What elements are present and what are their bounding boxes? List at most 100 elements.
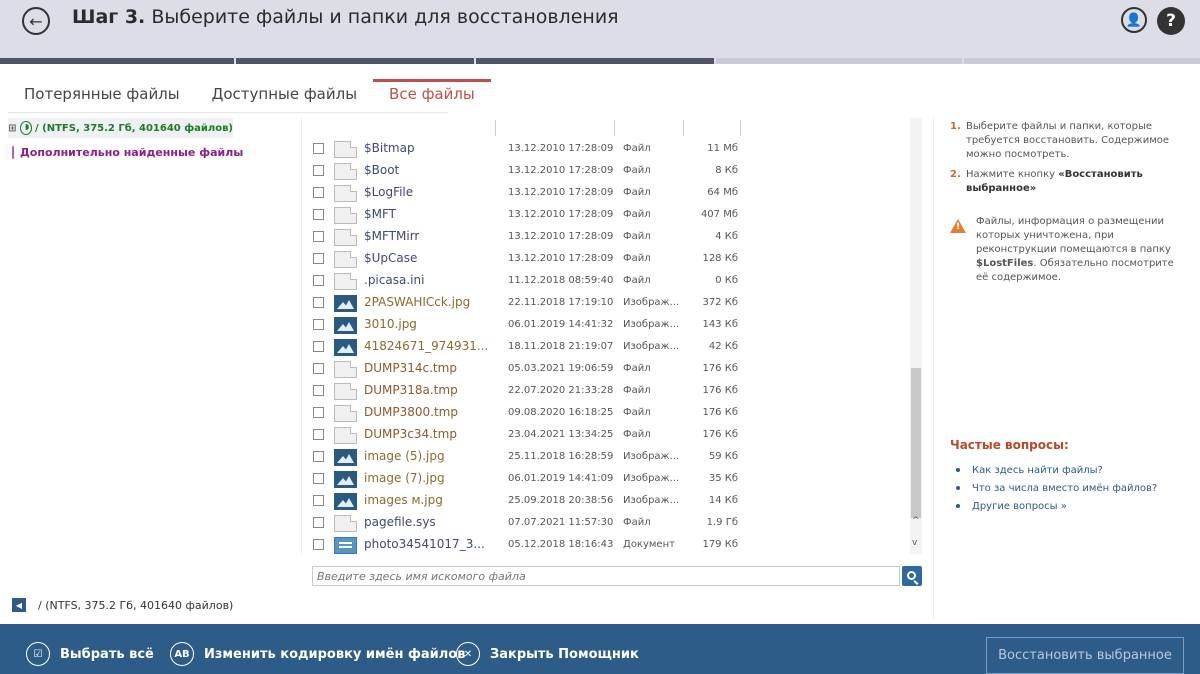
row-checkbox[interactable] xyxy=(313,187,324,198)
file-date: 25.11.2018 16:28:59 xyxy=(508,451,614,462)
tab-available-files[interactable]: Доступные файлы xyxy=(196,79,373,109)
row-checkbox[interactable] xyxy=(313,341,324,352)
tree-root-node[interactable]: ⊞ / (NTFS, 375.2 Гб, 401640 файлов) xyxy=(8,118,233,138)
close-wizard-button[interactable]: ✕ Закрыть Помощник xyxy=(456,642,639,666)
page-title: Шаг 3. Выберите файлы и папки для восста… xyxy=(72,6,619,28)
row-checkbox[interactable] xyxy=(313,253,324,264)
file-date: 13.12.2010 17:28:09 xyxy=(508,187,614,198)
row-checkbox[interactable] xyxy=(313,429,324,440)
row-checkbox[interactable] xyxy=(313,319,324,330)
help-button[interactable]: ? xyxy=(1157,7,1185,35)
change-encoding-button[interactable]: AB Изменить кодировку имён файлов xyxy=(170,642,465,666)
row-checkbox[interactable] xyxy=(313,451,324,462)
table-row[interactable]: image (7).jpg 06.01.2019 14:41:09 Изображ.… xyxy=(302,468,910,490)
file-date: 05.03.2021 19:06:59 xyxy=(508,363,614,374)
file-type: Файл xyxy=(623,407,651,418)
warning-text: Файлы, информация о размещении которых у… xyxy=(976,215,1184,285)
table-row[interactable]: DUMP318a.tmp 22.07.2020 21:33:28 Файл 176 К… xyxy=(302,380,910,402)
column-resize-handle[interactable] xyxy=(495,120,496,136)
table-row[interactable]: DUMP3c34.tmp 23.04.2021 13:34:25 Файл 176 К… xyxy=(302,424,910,446)
file-date: 13.12.2010 17:28:09 xyxy=(508,209,614,220)
tab-all-files[interactable]: Все файлы xyxy=(373,79,491,109)
table-row[interactable]: images м.jpg 25.09.2018 20:38:56 Изображ..… xyxy=(302,490,910,512)
step-text-pre: Нажмите кнопку xyxy=(966,169,1059,180)
file-size: 143 Кб xyxy=(702,319,738,330)
file-date: 05.12.2018 18:16:43 xyxy=(508,539,614,550)
file-date: 25.09.2018 20:38:56 xyxy=(508,495,614,506)
tree-extra-files-node[interactable]: Дополнительно найденные файлы xyxy=(8,142,243,162)
faq-link[interactable]: Что за числа вместо имён файлов? xyxy=(956,479,1186,497)
scroll-down-icon[interactable]: v xyxy=(912,538,917,548)
tab-lost-files[interactable]: Потерянные файлы xyxy=(8,79,196,109)
table-row[interactable]: pagefile.sys 07.07.2021 11:57:30 Файл 1.9 Г… xyxy=(302,512,910,534)
table-row[interactable]: $MFTMirr 13.12.2010 17:28:09 Файл 4 Кб xyxy=(302,226,910,248)
table-row[interactable]: 3010.jpg 06.01.2019 14:41:32 Изображ... 143… xyxy=(302,314,910,336)
table-row[interactable]: $LogFile 13.12.2010 17:28:09 Файл 64 Мб xyxy=(302,182,910,204)
path-back-button[interactable]: ◀ xyxy=(12,598,26,612)
row-checkbox[interactable] xyxy=(313,539,324,550)
row-checkbox[interactable] xyxy=(313,517,324,528)
file-icon xyxy=(334,163,357,180)
file-size: 8 Кб xyxy=(715,165,738,176)
file-size: 176 Кб xyxy=(702,429,738,440)
column-resize-handle[interactable] xyxy=(740,120,741,136)
file-name: photo34541017_3... xyxy=(364,537,485,551)
file-date: 22.07.2020 21:33:28 xyxy=(508,385,614,396)
row-checkbox[interactable] xyxy=(313,363,324,374)
table-row[interactable]: 2PASWAHICck.jpg 22.11.2018 17:19:10 Изобра… xyxy=(302,292,910,314)
row-checkbox[interactable] xyxy=(313,385,324,396)
progress-tick xyxy=(962,58,964,64)
search-button[interactable] xyxy=(902,566,922,586)
progress-tick xyxy=(714,58,716,64)
warning-icon xyxy=(950,219,966,233)
scroll-thumb[interactable] xyxy=(911,368,921,518)
select-all-button[interactable]: ☑ Выбрать всё xyxy=(26,642,154,666)
table-row[interactable]: $UpCase 13.12.2010 17:28:09 Файл 128 Кб xyxy=(302,248,910,270)
back-button[interactable]: ← xyxy=(22,7,50,35)
search-input[interactable] xyxy=(312,566,900,586)
table-row[interactable]: $MFT 13.12.2010 17:28:09 Файл 407 Мб xyxy=(302,204,910,226)
row-checkbox[interactable] xyxy=(313,143,324,154)
table-row[interactable]: photo34541017_3... 05.12.2018 18:16:43 Док… xyxy=(302,534,910,556)
row-checkbox[interactable] xyxy=(313,231,324,242)
faq-link-label: Как здесь найти файлы? xyxy=(972,464,1103,476)
table-row[interactable]: DUMP3800.tmp 09.08.2020 16:18:25 Файл 176 К… xyxy=(302,402,910,424)
table-row[interactable]: 41824671_974931... 18.11.2018 21:19:07 Изо… xyxy=(302,336,910,358)
file-size: 11 Мб xyxy=(707,143,738,154)
current-path: / (NTFS, 375.2 Гб, 401640 файлов) xyxy=(38,598,234,612)
table-row[interactable]: $Boot 13.12.2010 17:28:09 Файл 8 Кб xyxy=(302,160,910,182)
table-row[interactable]: .picasa.ini 11.12.2018 08:59:40 Файл 0 Кб xyxy=(302,270,910,292)
file-type: Изображ... xyxy=(623,341,680,352)
row-checkbox[interactable] xyxy=(313,209,324,220)
row-checkbox[interactable] xyxy=(313,473,324,484)
file-icon xyxy=(334,141,357,158)
file-size: 4 Кб xyxy=(715,231,738,242)
faq-link[interactable]: Другие вопросы » xyxy=(956,497,1186,515)
faq-link[interactable]: Как здесь найти файлы? xyxy=(956,461,1186,479)
expand-icon[interactable]: ⊞ xyxy=(8,123,17,134)
help-step-1: 1. Выберите файлы и папки, которые требу… xyxy=(950,120,1175,162)
vertical-scrollbar[interactable]: ^ v xyxy=(910,118,922,554)
back-arrow-icon: ← xyxy=(29,11,43,31)
file-type: Документ xyxy=(623,539,675,550)
close-wizard-label: Закрыть Помощник xyxy=(490,646,639,662)
row-checkbox[interactable] xyxy=(313,275,324,286)
row-checkbox[interactable] xyxy=(313,407,324,418)
table-row[interactable]: image (5).jpg 25.11.2018 16:28:59 Изображ.… xyxy=(302,446,910,468)
file-name: image (7).jpg xyxy=(364,471,445,485)
table-row[interactable]: DUMP314c.tmp 05.03.2021 19:06:59 Файл 176 К… xyxy=(302,358,910,380)
column-resize-handle[interactable] xyxy=(683,120,684,136)
user-button[interactable]: 👤 xyxy=(1121,7,1147,33)
step-text: Нажмите кнопку «Восстановить выбранное» xyxy=(950,168,1175,196)
row-checkbox[interactable] xyxy=(313,495,324,506)
file-size: 179 Кб xyxy=(702,539,738,550)
scroll-up-icon[interactable]: ^ xyxy=(912,516,920,526)
column-resize-handle[interactable] xyxy=(614,120,615,136)
change-encoding-label: Изменить кодировку имён файлов xyxy=(204,646,466,662)
table-row[interactable]: $Bitmap 13.12.2010 17:28:09 Файл 11 Мб xyxy=(302,138,910,160)
row-checkbox[interactable] xyxy=(313,297,324,308)
row-checkbox[interactable] xyxy=(313,165,324,176)
restore-selected-button[interactable]: Восстановить выбранное xyxy=(986,637,1184,674)
file-date: 23.04.2021 13:34:25 xyxy=(508,429,614,440)
file-name: $MFT xyxy=(364,207,397,221)
